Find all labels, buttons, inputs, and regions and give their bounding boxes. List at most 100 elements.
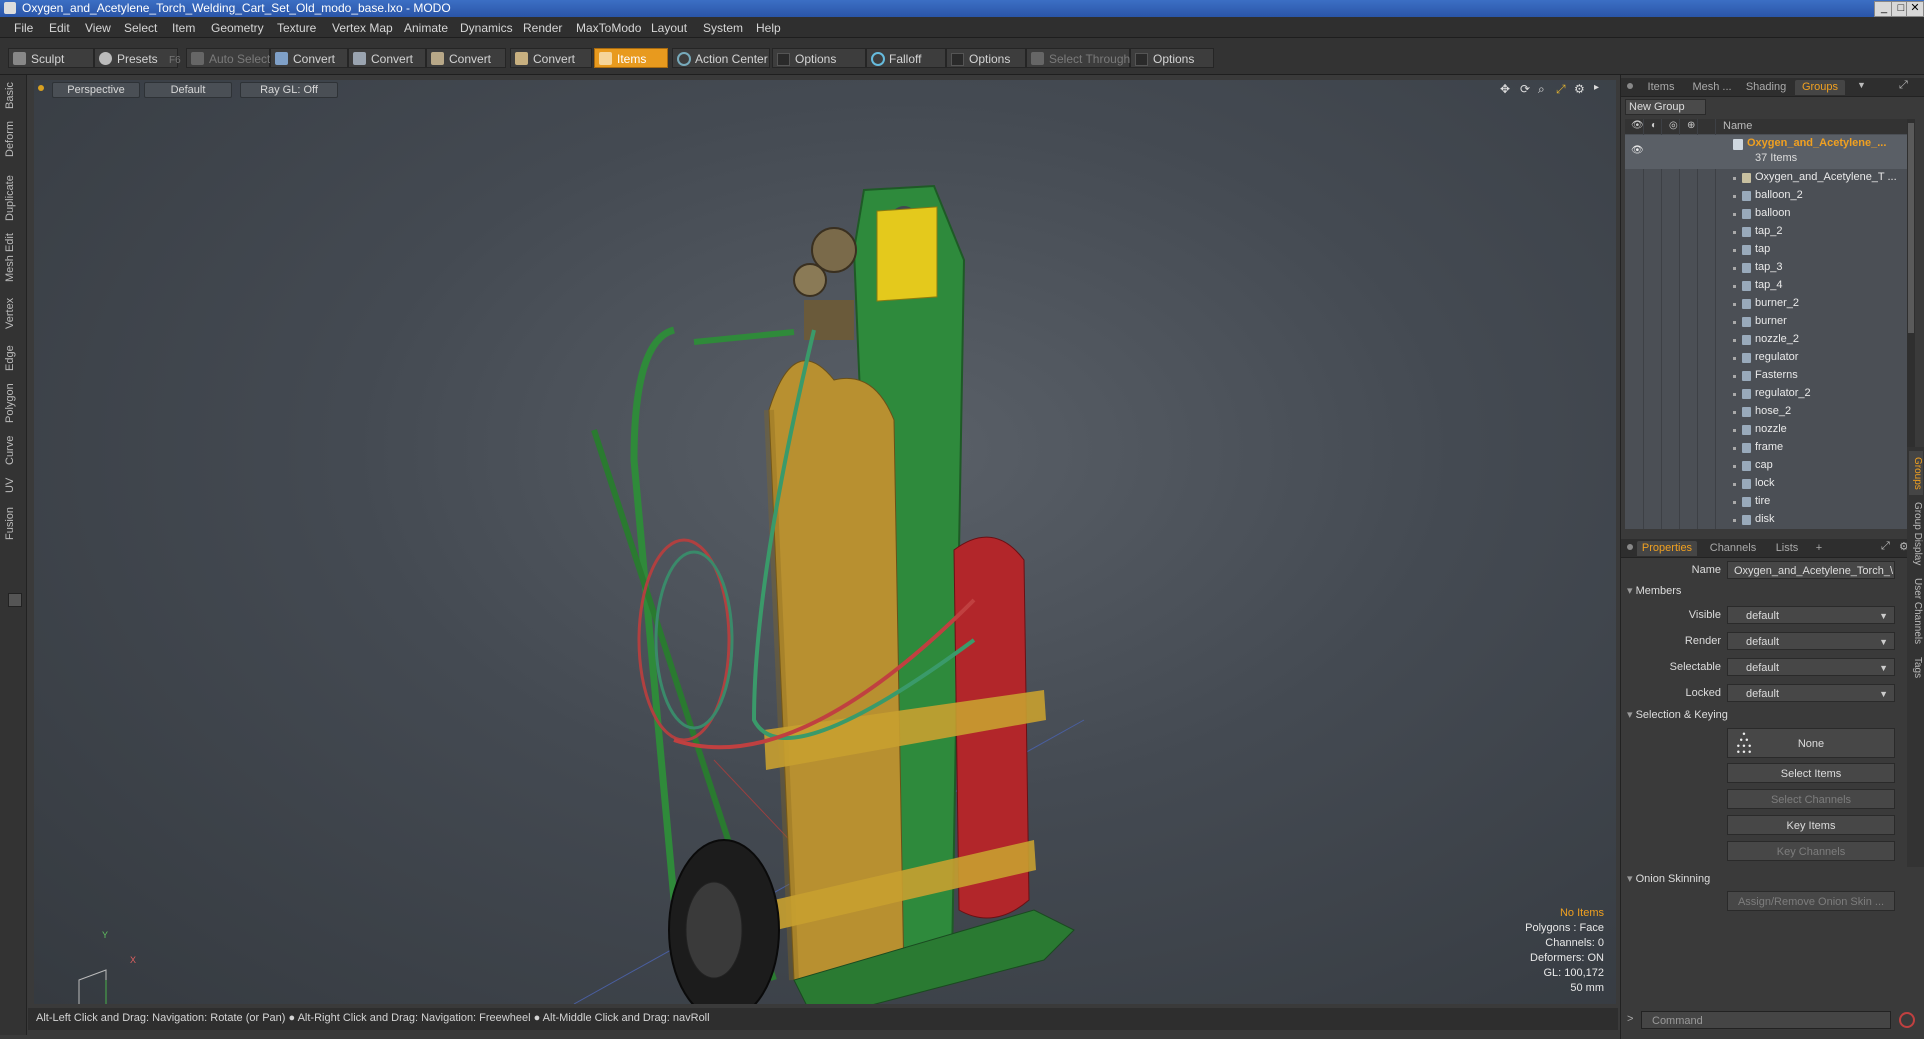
tab-dropdown-arrow-icon[interactable]: ▼ — [1857, 80, 1866, 90]
falloff-button[interactable]: Falloff — [866, 48, 946, 68]
menu-system[interactable]: System — [703, 21, 743, 35]
visibility-eye-icon[interactable]: 👁 — [1631, 120, 1644, 131]
view-settings-gear-icon[interactable]: ⚙ — [1574, 82, 1585, 96]
list-item[interactable]: cap — [1625, 457, 1911, 475]
list-item[interactable]: hose_2 — [1625, 403, 1911, 421]
menu-edit[interactable]: Edit — [49, 21, 70, 35]
expand-panel-icon[interactable]: ⤢ — [1899, 79, 1908, 92]
close-button[interactable]: ✕ — [1906, 1, 1924, 17]
new-group-button[interactable]: New Group — [1625, 99, 1706, 115]
tab-mesh[interactable]: Mesh ... — [1687, 80, 1737, 95]
menu-geometry[interactable]: Geometry — [211, 21, 264, 35]
onion-skinning-section[interactable]: Onion Skinning — [1627, 872, 1711, 885]
tab-vertex[interactable]: Vertex — [4, 293, 22, 333]
menu-view[interactable]: View — [85, 21, 111, 35]
tab-items[interactable]: Items — [1639, 80, 1683, 95]
menu-layout[interactable]: Layout — [651, 21, 687, 35]
menu-help[interactable]: Help — [756, 21, 781, 35]
tab-curve[interactable]: Curve — [4, 433, 22, 467]
list-item[interactable]: tap_3 — [1625, 259, 1911, 277]
locked-dropdown[interactable]: default ▼ — [1727, 684, 1895, 702]
assign-onion-skin-button[interactable]: Assign/Remove Onion Skin ... — [1727, 891, 1895, 911]
tab-mesh-edit[interactable]: Mesh Edit — [4, 233, 22, 283]
list-item[interactable]: tap_2 — [1625, 223, 1911, 241]
fit-view-icon[interactable]: ⤢ — [1556, 82, 1566, 97]
tab-channels[interactable]: Channels — [1705, 541, 1761, 556]
menu-animate[interactable]: Animate — [404, 21, 448, 35]
raygl-dropdown[interactable]: Ray GL: Off — [240, 82, 338, 98]
lock-icon[interactable]: ⊕ — [1687, 120, 1695, 131]
menu-render[interactable]: Render — [523, 21, 562, 35]
tab-uv[interactable]: UV — [4, 473, 22, 497]
none-button[interactable]: • • • • • • • • • None — [1727, 728, 1895, 758]
list-item[interactable]: Fasterns — [1625, 367, 1911, 385]
list-item[interactable]: tap_4 — [1625, 277, 1911, 295]
falloff-options-button[interactable]: Options — [946, 48, 1026, 68]
list-item[interactable]: frame — [1625, 439, 1911, 457]
list-item[interactable]: regulator — [1625, 349, 1911, 367]
select-channels-button[interactable]: Select Channels — [1727, 789, 1895, 809]
select-through-button[interactable]: Select Through — [1026, 48, 1130, 68]
side-tab-tags[interactable]: Tags — [1909, 653, 1923, 683]
visibility-eye-icon[interactable]: 👁 — [1631, 145, 1644, 156]
selection-keying-section[interactable]: Selection & Keying — [1627, 708, 1728, 721]
list-item[interactable]: nozzle — [1625, 421, 1911, 439]
auto-select-button[interactable]: Auto Select — [186, 48, 270, 68]
menu-select[interactable]: Select — [124, 21, 157, 35]
menu-item[interactable]: Item — [172, 21, 195, 35]
tab-fusion[interactable]: Fusion — [4, 503, 22, 543]
rotate-view-icon[interactable]: ⟳ — [1520, 82, 1530, 96]
select-through-options-button[interactable]: Options — [1130, 48, 1214, 68]
zoom-view-icon[interactable]: ⌕ — [1538, 82, 1545, 97]
list-item[interactable]: nozzle_2 — [1625, 331, 1911, 349]
sculpt-button[interactable]: Sculpt — [8, 48, 94, 68]
tab-duplicate[interactable]: Duplicate — [4, 173, 22, 223]
convert-edge-button[interactable]: Convert — [348, 48, 426, 68]
command-input[interactable]: Command — [1641, 1011, 1891, 1029]
selectable-dropdown[interactable]: default ▼ — [1727, 658, 1895, 676]
3d-viewport[interactable]: X Y No Items Polygons : Face Channels: 0… — [34, 80, 1616, 1004]
shading-dropdown[interactable]: Default — [144, 82, 232, 98]
list-item[interactable]: burner_2 — [1625, 295, 1911, 313]
panel-menu-icon[interactable] — [1627, 83, 1633, 89]
view-type-dropdown[interactable]: Perspective — [52, 82, 140, 98]
options-checkbox[interactable] — [951, 53, 964, 66]
move-view-icon[interactable]: ✥ — [1500, 82, 1510, 96]
list-item[interactable]: tire — [1625, 493, 1911, 511]
menu-vertex-map[interactable]: Vertex Map — [332, 21, 393, 35]
list-item[interactable]: tap — [1625, 241, 1911, 259]
menu-maxtomodo[interactable]: MaxToModo — [576, 21, 641, 35]
members-section[interactable]: Members — [1627, 584, 1682, 597]
menu-dynamics[interactable]: Dynamics — [460, 21, 513, 35]
add-tab-button[interactable]: + — [1811, 541, 1827, 556]
tab-edge[interactable]: Edge — [4, 341, 22, 375]
side-tab-user-channels[interactable]: User Channels — [1909, 573, 1923, 649]
select-icon[interactable]: ◎ — [1669, 120, 1678, 131]
record-macro-icon[interactable] — [1899, 1012, 1915, 1028]
panel-toggle-icon[interactable] — [8, 593, 22, 607]
group-row[interactable]: 👁 Oxygen_and_Acetylene_... 37 Items — [1625, 135, 1911, 169]
list-item[interactable]: lock — [1625, 475, 1911, 493]
view-more-arrow-icon[interactable]: ▸ — [1594, 82, 1599, 93]
list-item[interactable]: Oxygen_and_Acetylene_T ... — [1625, 169, 1911, 187]
viewport-menu-icon[interactable] — [38, 85, 44, 91]
convert-polygon-button[interactable]: Convert — [426, 48, 506, 68]
convert-vertex-button[interactable]: Convert — [270, 48, 348, 68]
scrollbar-thumb[interactable] — [1908, 123, 1914, 333]
convert-material-button[interactable]: Convert — [510, 48, 592, 68]
list-item[interactable]: burner — [1625, 313, 1911, 331]
key-channels-button[interactable]: Key Channels — [1727, 841, 1895, 861]
items-mode-button[interactable]: Items — [594, 48, 668, 68]
presets-button[interactable]: Presets F6 — [94, 48, 181, 68]
key-items-button[interactable]: Key Items — [1727, 815, 1895, 835]
tab-lists[interactable]: Lists — [1767, 541, 1807, 556]
list-item[interactable]: balloon_2 — [1625, 187, 1911, 205]
render-dropdown[interactable]: default ▼ — [1727, 632, 1895, 650]
side-tab-group-display[interactable]: Group Display — [1909, 499, 1923, 569]
visible-dropdown[interactable]: default ▼ — [1727, 606, 1895, 624]
list-item[interactable]: balloon — [1625, 205, 1911, 223]
options-checkbox[interactable] — [777, 53, 790, 66]
select-items-button[interactable]: Select Items — [1727, 763, 1895, 783]
menu-file[interactable]: File — [14, 21, 33, 35]
options-checkbox[interactable] — [1135, 53, 1148, 66]
